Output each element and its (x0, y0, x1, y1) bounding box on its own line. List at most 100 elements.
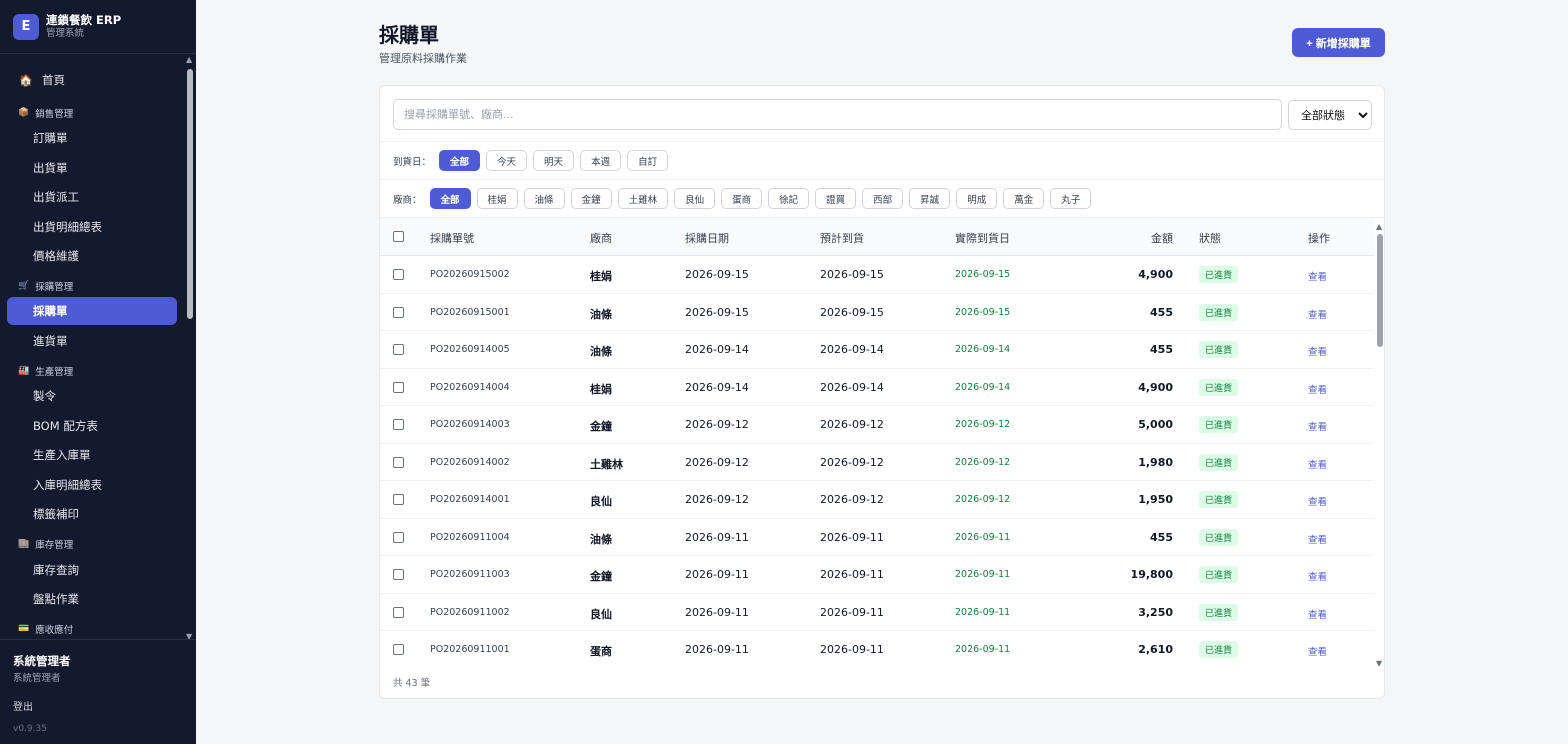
view-link[interactable]: 查看 (1308, 607, 1327, 621)
table-scroll-thumb[interactable] (1377, 234, 1383, 347)
sidebar-item-receiving[interactable]: 進貨單 (7, 327, 177, 355)
cell-purchase-date: 2026-09-11 (685, 568, 749, 581)
sidebar-item-bom[interactable]: BOM 配方表 (7, 412, 177, 440)
view-link[interactable]: 查看 (1308, 532, 1327, 546)
sidebar-item-shipment-detail[interactable]: 出貨明細總表 (7, 213, 177, 241)
scroll-up-icon[interactable]: ▲ (186, 55, 192, 64)
vendor-filter-chip[interactable]: 丸子 (1050, 188, 1092, 209)
table-row[interactable]: PO20260914003 金鐘 2026-09-12 2026-09-12 2026-… (380, 406, 1374, 444)
table-row[interactable]: PO20260915002 桂娟 2026-09-15 2026-09-15 2026-… (380, 256, 1374, 294)
sidebar-item-home[interactable]: 🏠 首頁 (7, 66, 177, 94)
status-select[interactable]: 全部狀態 (1288, 100, 1372, 130)
vendor-filter-chip[interactable]: 油條 (523, 188, 565, 209)
sidebar-item-production-receipt[interactable]: 生產入庫單 (7, 441, 177, 469)
sidebar-scrollbar[interactable]: ▲ ▼ (184, 55, 196, 641)
view-link[interactable]: 查看 (1308, 269, 1327, 283)
arrival-filter-chip[interactable]: 全部 (439, 150, 481, 171)
table-row[interactable]: PO20260911002 良仙 2026-09-11 2026-09-11 2026-… (380, 594, 1374, 631)
add-purchase-order-button[interactable]: + 新增採購單 (1292, 28, 1385, 57)
view-link[interactable]: 查看 (1308, 382, 1327, 396)
table-row[interactable]: PO20260911004 油條 2026-09-11 2026-09-11 2026-… (380, 519, 1374, 556)
cell-eta: 2026-09-15 (820, 268, 884, 281)
cell-po-number: PO20260911001 (430, 644, 510, 655)
nav-section-ar[interactable]: 💳 應收應付 (18, 621, 73, 637)
view-link[interactable]: 查看 (1308, 644, 1327, 658)
sidebar-item-receipt-detail[interactable]: 入庫明細總表 (7, 471, 177, 499)
row-checkbox[interactable] (393, 381, 404, 393)
row-checkbox[interactable] (393, 494, 404, 505)
table-row[interactable]: PO20260914005 油條 2026-09-14 2026-09-14 2026-… (380, 331, 1374, 369)
view-link[interactable]: 查看 (1308, 419, 1327, 433)
vendor-filter-chip[interactable]: 全部 (429, 188, 471, 209)
cell-amount: 455 (1150, 530, 1173, 544)
vendor-filter-chip[interactable]: 良仙 (674, 188, 716, 209)
row-checkbox[interactable] (393, 569, 404, 580)
status-badge: 已進貨 (1199, 641, 1239, 658)
sidebar-item-work-order[interactable]: 製令 (7, 382, 177, 410)
logout-link[interactable]: 登出 (13, 698, 183, 713)
vendor-filter-chip[interactable]: 昇誠 (909, 188, 951, 209)
vendor-filter-chip[interactable]: 萬金 (1003, 188, 1045, 209)
view-link[interactable]: 查看 (1308, 344, 1327, 358)
vendor-filter-chip[interactable]: 明成 (956, 188, 998, 209)
row-checkbox[interactable] (393, 644, 404, 655)
table-row[interactable]: PO20260914001 良仙 2026-09-12 2026-09-12 2026-… (380, 481, 1374, 519)
sidebar-item-stocktake[interactable]: 盤點作業 (7, 585, 177, 613)
row-checkbox[interactable] (393, 269, 404, 280)
row-checkbox[interactable] (393, 419, 404, 430)
arrival-filter-chip[interactable]: 今天 (486, 150, 528, 171)
view-link[interactable]: 查看 (1308, 494, 1327, 508)
th-no[interactable]: 採購單號 (430, 230, 474, 246)
vendor-filter-chip[interactable]: 證買 (815, 188, 857, 209)
arrival-filter-chip[interactable]: 自訂 (627, 150, 669, 171)
table-row[interactable]: PO20260915001 油條 2026-09-15 2026-09-15 2026-… (380, 294, 1374, 331)
vendor-filter-chip[interactable]: 金鐘 (570, 188, 612, 209)
th-amount[interactable]: 金額 (1080, 230, 1173, 246)
row-checkbox[interactable] (393, 306, 404, 318)
cell-vendor: 油條 (590, 345, 612, 358)
scroll-down-icon[interactable]: ▼ (1376, 659, 1382, 666)
nav-section-sales[interactable]: 📦 銷售管理 (18, 105, 73, 121)
row-checkbox[interactable] (393, 456, 404, 468)
vendor-filter-chip[interactable]: 蛋商 (721, 188, 763, 209)
sidebar-item-shipments[interactable]: 出貨單 (7, 154, 177, 182)
search-input[interactable] (393, 99, 1282, 130)
table-row[interactable]: PO20260914002 土雞林 2026-09-12 2026-09-12 2026… (380, 444, 1374, 481)
nav-section-production[interactable]: 🏭 生產管理 (18, 363, 73, 379)
table-row[interactable]: PO20260911001 蛋商 2026-09-11 2026-09-11 2026-… (380, 631, 1374, 666)
table-row[interactable]: PO20260911003 金鐘 2026-09-11 2026-09-11 2026-… (380, 556, 1374, 594)
sidebar-item-stock-query[interactable]: 庫存查詢 (7, 556, 177, 584)
sidebar-scroll-thumb[interactable] (187, 69, 193, 319)
cell-eta: 2026-09-12 (820, 418, 884, 431)
view-link[interactable]: 查看 (1308, 569, 1327, 583)
th-actual[interactable]: 實際到貨日 (955, 230, 1010, 246)
scroll-up-icon[interactable]: ▲ (1376, 222, 1382, 231)
sidebar-item-purchase-order[interactable]: 採購單 (7, 297, 177, 325)
row-checkbox[interactable] (393, 531, 404, 543)
table-scrollbar[interactable]: ▲ ▼ (1374, 218, 1384, 666)
vendor-filter-chip[interactable]: 西部 (862, 188, 904, 209)
row-checkbox[interactable] (393, 606, 404, 618)
row-checkbox[interactable] (393, 344, 404, 355)
th-date[interactable]: 採購日期 (685, 230, 729, 246)
select-all-checkbox[interactable] (393, 231, 404, 242)
view-link[interactable]: 查看 (1308, 457, 1327, 471)
vendor-filter-chip[interactable]: 徐記 (768, 188, 810, 209)
sidebar-item-label-reprint[interactable]: 標籤補印 (7, 500, 177, 528)
cell-vendor: 蛋商 (590, 645, 612, 658)
arrival-filter-chip[interactable]: 明天 (533, 150, 575, 171)
arrival-filter-chip[interactable]: 本週 (580, 150, 622, 171)
vendor-filter-chip[interactable]: 土雞林 (617, 188, 669, 209)
sidebar-item-orders[interactable]: 訂購單 (7, 124, 177, 152)
th-status[interactable]: 狀態 (1199, 230, 1221, 246)
th-eta[interactable]: 預計到貨 (820, 230, 864, 246)
sidebar-item-dispatch[interactable]: 出貨派工 (7, 183, 177, 211)
table-row[interactable]: PO20260914004 桂娟 2026-09-14 2026-09-14 2026-… (380, 369, 1374, 406)
nav-section-inventory[interactable]: 🏬 庫存管理 (18, 536, 73, 552)
nav-section-purchase[interactable]: 🛒 採購管理 (18, 278, 73, 294)
vendor-filter-chip[interactable]: 桂娟 (476, 188, 518, 209)
view-link[interactable]: 查看 (1308, 307, 1327, 321)
th-vendor[interactable]: 廠商 (590, 230, 612, 246)
cell-po-number: PO20260914002 (430, 456, 510, 468)
sidebar-item-price[interactable]: 價格維護 (7, 242, 177, 270)
